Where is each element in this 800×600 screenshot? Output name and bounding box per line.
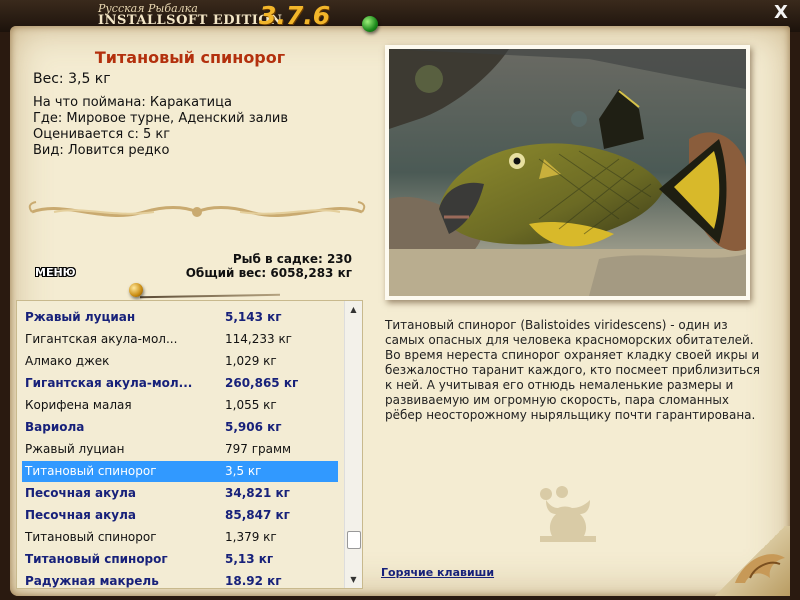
list-item-weight: 260,865 кг: [225, 376, 299, 390]
list-item-weight: 5,143 кг: [225, 310, 282, 324]
list-item-weight: 114,233 кг: [225, 332, 292, 346]
corner-swirl: [735, 554, 785, 583]
list-item-name: Гигантская акула-мол...: [25, 332, 178, 346]
list-item[interactable]: Титановый спинорог 5,13 кг: [22, 549, 338, 570]
catch-list[interactable]: Ржавый луциан 5,143 кг Гигантская акула-мо…: [16, 300, 363, 589]
list-item[interactable]: Титановый спинорог 3,5 кг: [22, 461, 338, 482]
green-pin-icon: [362, 16, 378, 32]
list-item[interactable]: Гигантская акула-мол... 114,233 кг: [22, 329, 338, 350]
crab-icon: [540, 486, 596, 542]
list-item[interactable]: Ржавый луциан 797 грамм: [22, 439, 338, 460]
list-item-name: Песочная акула: [25, 508, 136, 522]
menu-button[interactable]: МЕНЮ: [35, 266, 76, 279]
fish-photo: [389, 49, 746, 296]
list-item-weight: 797 грамм: [225, 442, 292, 456]
list-item[interactable]: Корифена малая 1,055 кг: [22, 395, 338, 416]
list-item-name: Вариола: [25, 420, 85, 434]
list-item-weight: 1,379 кг: [225, 530, 277, 544]
list-item-name: Ржавый луциан: [25, 310, 136, 324]
list-item-name: Ржавый луциан: [25, 442, 125, 456]
rarity-text: Вид: Ловится редко: [33, 143, 170, 158]
list-item[interactable]: Радужная макрель 18.92 кг: [22, 571, 338, 588]
rated-from-text: Оценивается с: 5 кг: [33, 127, 171, 142]
list-item-name: Корифена малая: [25, 398, 132, 412]
fish-count: Рыб в садке: 230: [232, 252, 352, 266]
list-item-weight: 1,029 кг: [225, 354, 277, 368]
chevron-down-icon[interactable]: ▼: [345, 571, 362, 588]
list-item-name: Гигантская акула-мол...: [25, 376, 193, 390]
ornament-divider: [28, 201, 366, 217]
list-item[interactable]: Титановый спинорог 1,379 кг: [22, 527, 338, 548]
list-item-weight: 1,055 кг: [225, 398, 277, 412]
list-item-weight: 18.92 кг: [225, 574, 282, 588]
fish-description: Титановый спинорог (Balistoides viridesc…: [385, 318, 761, 422]
list-item-name: Титановый спинорог: [25, 530, 157, 544]
scroll-thumb[interactable]: [347, 531, 361, 549]
chevron-up-icon[interactable]: ▲: [345, 301, 362, 318]
fish-weight: Вес: 3,5 кг: [33, 71, 111, 87]
list-item-weight: 5,906 кг: [225, 420, 282, 434]
list-item-weight: 34,821 кг: [225, 486, 290, 500]
list-item[interactable]: Гигантская акула-мол... 260,865 кг: [22, 373, 338, 394]
close-button[interactable]: X: [772, 4, 790, 22]
list-item[interactable]: Вариола 5,906 кг: [22, 417, 338, 438]
list-item[interactable]: Песочная акула 85,847 кг: [22, 505, 338, 526]
list-item[interactable]: Алмако джек 1,029 кг: [22, 351, 338, 372]
list-item-weight: 85,847 кг: [225, 508, 290, 522]
hotkeys-link[interactable]: Горячие клавиши: [381, 566, 494, 579]
list-item-name: Алмако джек: [25, 354, 110, 368]
caught-with-text: На что поймана: Каракатица: [33, 95, 232, 110]
list-item[interactable]: Песочная акула 34,821 кг: [22, 483, 338, 504]
location-text: Где: Мировое турне, Аденский залив: [33, 111, 289, 126]
list-item-name: Песочная акула: [25, 486, 136, 500]
list-scrollbar[interactable]: ▲ ▼: [344, 301, 362, 588]
fish-photo-frame: [385, 45, 750, 300]
list-item-weight: 5,13 кг: [225, 552, 274, 566]
total-weight: Общий вес: 6058,283 кг: [185, 266, 352, 280]
gold-pin-icon: [129, 283, 143, 297]
list-item-weight: 3,5 кг: [225, 464, 262, 478]
fish-title: Титановый спинорог: [94, 48, 286, 67]
list-item-name: Радужная макрель: [25, 574, 159, 588]
list-item[interactable]: Ржавый луциан 5,143 кг: [22, 307, 338, 328]
list-item-name: Титановый спинорог: [25, 464, 157, 478]
list-item-name: Титановый спинорог: [25, 552, 168, 566]
